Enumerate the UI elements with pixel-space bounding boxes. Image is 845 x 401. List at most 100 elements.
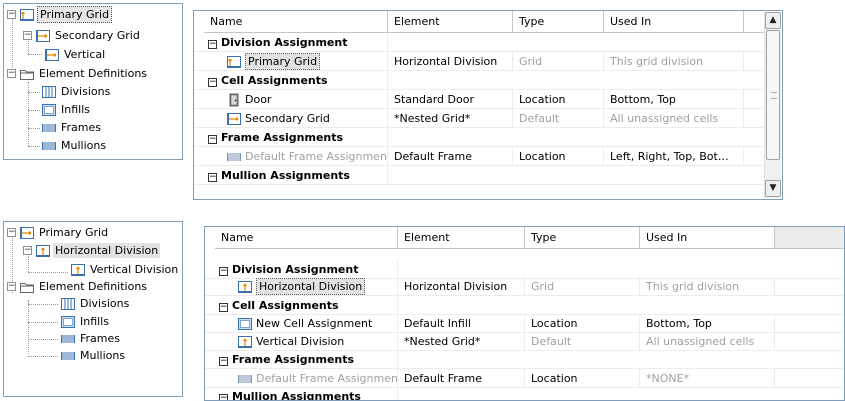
collapse-icon[interactable]: − — [219, 357, 228, 366]
element-cell[interactable]: Default Frame — [398, 369, 525, 388]
group-header: − Mullion Assignments — [215, 387, 398, 400]
collapse-icon[interactable]: − — [219, 303, 228, 312]
name-cell: Default Frame Assignment — [215, 369, 398, 388]
grid-icon — [237, 280, 253, 294]
tree-node-infills[interactable]: Infills — [60, 313, 111, 330]
used-in-cell[interactable]: This grid division — [640, 277, 775, 296]
used-in-cell[interactable]: Left, Right, Top, Bot… — [604, 147, 744, 166]
frames-icon — [41, 121, 57, 135]
collapse-icon[interactable]: − — [7, 228, 16, 237]
tree-node-label: Infills — [61, 103, 90, 116]
element-cell[interactable]: *Nested Grid* — [398, 332, 525, 351]
column-header-used-in[interactable]: Used In — [640, 227, 775, 248]
tree-node-divisions[interactable]: Divisions — [60, 295, 131, 312]
table-row[interactable]: Default Frame Assignment Default Frame L… — [205, 369, 844, 388]
tree-node-divisions[interactable]: Divisions — [41, 83, 112, 100]
top-tree-view[interactable]: − Primary Grid − Secondary Grid Vertical… — [3, 3, 183, 160]
vertical-scrollbar[interactable]: ▲ ▼ — [764, 12, 781, 198]
element-cell[interactable]: Horizontal Division — [398, 277, 525, 296]
scroll-up-button[interactable]: ▲ — [765, 12, 781, 29]
used-in-cell[interactable]: All unassigned cells — [640, 332, 775, 351]
table-row[interactable]: Vertical Division *Nested Grid* Default … — [205, 332, 844, 351]
type-cell[interactable]: Location — [513, 147, 604, 166]
tree-node-element-definitions[interactable]: − Element Definitions — [7, 278, 149, 295]
column-header-element[interactable]: Element — [388, 11, 513, 32]
group-header: − Frame Assignments — [204, 128, 388, 147]
tree-node-frames[interactable]: Frames — [60, 330, 122, 347]
group-row[interactable]: − Cell Assignments — [205, 296, 844, 315]
table-row[interactable]: Default Frame Assignment Default Frame L… — [194, 147, 764, 166]
type-cell[interactable]: Location — [525, 314, 640, 333]
column-header-used-in[interactable]: Used In — [604, 11, 744, 32]
group-row[interactable]: − Frame Assignments — [205, 350, 844, 369]
column-header-name[interactable]: Name — [215, 227, 398, 248]
used-in-cell[interactable]: All unassigned cells — [604, 109, 744, 128]
grid-horizontal-icon — [35, 29, 51, 43]
type-cell[interactable]: Default — [513, 109, 604, 128]
name-label: Default Frame Assignment — [245, 150, 388, 163]
column-header-element[interactable]: Element — [398, 227, 525, 248]
table-row[interactable]: Secondary Grid *Nested Grid* Default All… — [194, 109, 764, 128]
tree-node-secondary-grid[interactable]: − Secondary Grid — [23, 27, 142, 44]
tree-node-vertical-division[interactable]: Vertical Division — [70, 261, 180, 278]
element-cell[interactable]: Default Infill — [398, 314, 525, 333]
group-row[interactable]: − Mullion Assignments — [194, 166, 764, 185]
column-header-type[interactable]: Type — [525, 227, 640, 248]
grid-horizontal-icon — [226, 112, 242, 126]
collapse-icon[interactable]: − — [219, 267, 228, 276]
group-header: − Mullion Assignments — [204, 166, 388, 185]
tree-node-label: Vertical — [64, 48, 106, 61]
group-row[interactable]: − Division Assignment — [194, 33, 764, 52]
group-row[interactable]: − Mullion Assignments — [205, 387, 844, 400]
tree-node-primary-grid[interactable]: − Primary Grid — [7, 6, 113, 23]
collapse-icon[interactable]: − — [208, 78, 217, 87]
column-header-name[interactable]: Name — [204, 11, 388, 32]
name-cell: Door — [204, 90, 388, 109]
collapse-icon[interactable]: − — [7, 69, 16, 78]
top-assignments-grid[interactable]: Name Element Type Used In − Division Assi… — [193, 10, 783, 200]
tree-node-frames[interactable]: Frames — [41, 119, 103, 136]
element-cell[interactable]: Standard Door — [388, 90, 513, 109]
collapse-icon[interactable]: − — [23, 246, 32, 255]
type-cell[interactable]: Location — [525, 369, 640, 388]
collapse-icon[interactable]: − — [208, 40, 217, 49]
type-cell[interactable]: Grid — [513, 52, 604, 71]
group-header: − Division Assignment — [204, 33, 388, 52]
used-in-cell[interactable]: Bottom, Top — [640, 314, 775, 333]
grid-horizontal-icon — [44, 48, 60, 62]
collapse-icon[interactable]: − — [208, 135, 217, 144]
collapse-icon[interactable]: − — [7, 10, 16, 19]
used-in-cell[interactable]: This grid division — [604, 52, 744, 71]
scroll-thumb[interactable] — [766, 30, 780, 160]
tree-node-primary-grid[interactable]: − Primary Grid — [7, 224, 110, 241]
element-cell[interactable]: Horizontal Division — [388, 52, 513, 71]
grid-icon — [19, 8, 35, 22]
column-header-type[interactable]: Type — [513, 11, 604, 32]
collapse-icon[interactable]: − — [7, 282, 16, 291]
scroll-down-button[interactable]: ▼ — [765, 180, 781, 197]
collapse-icon[interactable]: − — [219, 394, 228, 400]
tree-node-vertical[interactable]: Vertical — [44, 46, 107, 63]
tree-node-mullions[interactable]: Mullions — [60, 347, 127, 364]
used-in-cell[interactable]: *NONE* — [640, 369, 775, 388]
tree-node-horizontal-division[interactable]: − Horizontal Division — [23, 242, 161, 259]
bottom-tree-view[interactable]: − Primary Grid − Horizontal Division Ver… — [3, 221, 183, 397]
tree-node-infills[interactable]: Infills — [41, 101, 92, 118]
element-cell[interactable]: *Nested Grid* — [388, 109, 513, 128]
type-cell[interactable]: Default — [525, 332, 640, 351]
collapse-icon[interactable]: − — [23, 31, 32, 40]
used-in-cell[interactable]: Bottom, Top — [604, 90, 744, 109]
group-row[interactable]: − Frame Assignments — [194, 128, 764, 147]
tree-node-mullions[interactable]: Mullions — [41, 137, 108, 154]
type-cell[interactable]: Location — [513, 90, 604, 109]
group-row[interactable]: − Cell Assignments — [194, 71, 764, 90]
collapse-icon[interactable]: − — [208, 173, 217, 182]
table-row[interactable]: Primary Grid Horizontal Division Grid Th… — [194, 52, 764, 71]
type-cell[interactable]: Grid — [525, 277, 640, 296]
bottom-assignments-grid[interactable]: Name Element Type Used In − Division Assi… — [204, 226, 845, 401]
tree-node-element-definitions[interactable]: − Element Definitions — [7, 65, 149, 82]
table-row[interactable]: Door Standard Door Location Bottom, Top — [194, 90, 764, 109]
table-row[interactable]: New Cell Assignment Default Infill Locat… — [205, 314, 844, 333]
element-cell[interactable]: Default Frame — [388, 147, 513, 166]
table-row[interactable]: Horizontal Division Horizontal Division … — [205, 277, 844, 296]
